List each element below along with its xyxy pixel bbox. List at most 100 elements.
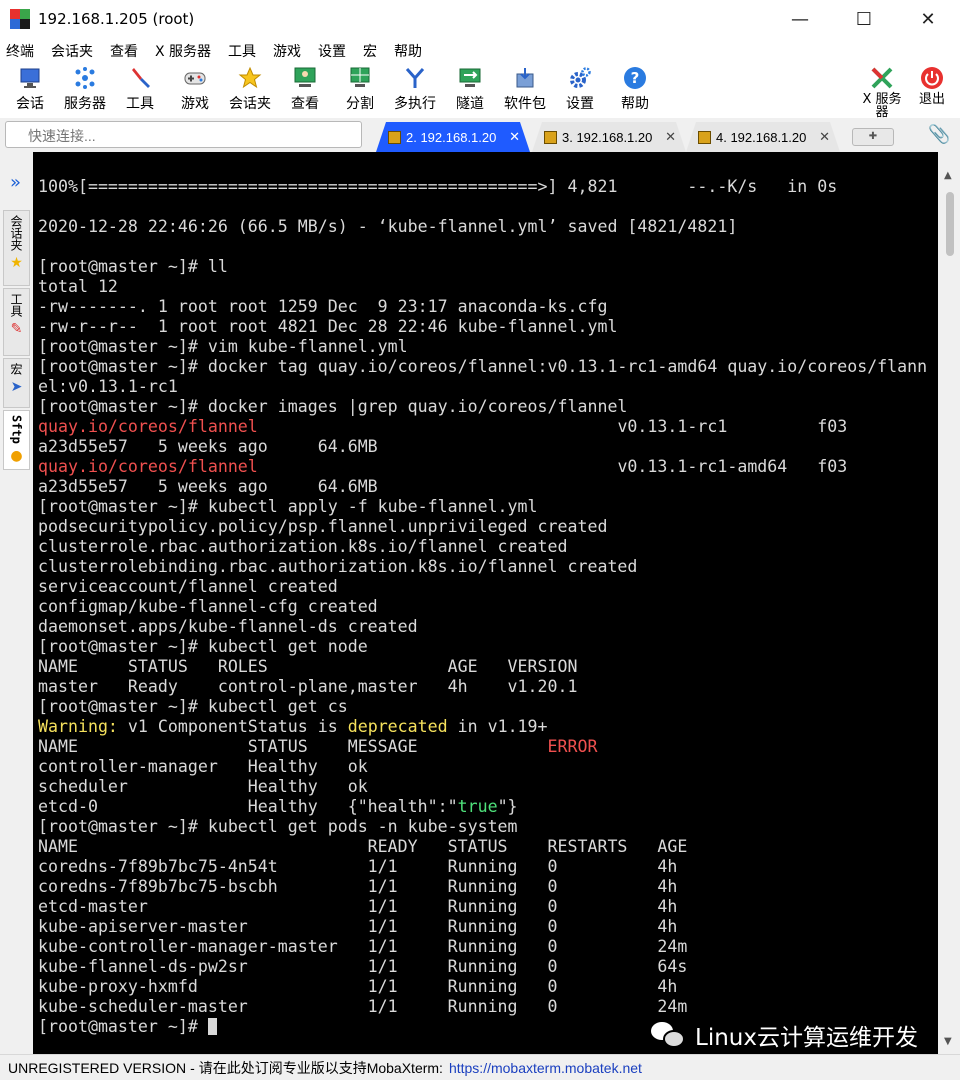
sidebar-tab-sftp[interactable]: Sftp ●	[3, 410, 30, 470]
terminal-text: v1 ComponentStatus is	[117, 717, 348, 736]
terminal-line: [root@master ~]# docker images |grep qua…	[38, 397, 927, 417]
exit-button[interactable]: 退出	[902, 66, 960, 106]
menu-games[interactable]: 游戏	[273, 41, 301, 61]
multiexec-button[interactable]: 多执行	[385, 66, 445, 113]
terminal-text: master Ready control-plane,master 4h v1.…	[38, 677, 578, 696]
terminal-line: 100%[===================================…	[38, 177, 927, 197]
games-icon	[183, 66, 207, 90]
terminal-text: podsecuritypolicy.policy/psp.flannel.unp…	[38, 517, 608, 536]
menu-terminal[interactable]: 终端	[6, 41, 34, 61]
terminal-line: total 12	[38, 277, 927, 297]
terminal-text: kube-scheduler-master 1/1 Running 0 24m	[38, 997, 688, 1016]
menu-view[interactable]: 查看	[110, 41, 138, 61]
terminal-text: kube-flannel-ds-pw2sr 1/1 Running 0 64s	[38, 957, 688, 976]
view-icon	[293, 66, 317, 90]
close-icon[interactable]: ✕	[509, 129, 520, 145]
double-chevron-right-icon[interactable]: »	[10, 172, 21, 193]
menu-settings[interactable]: 设置	[318, 41, 346, 61]
tab-session-3[interactable]: 3. 192.168.1.20 ✕	[532, 122, 686, 152]
menu-tools[interactable]: 工具	[228, 41, 256, 61]
terminal-line: kube-controller-manager-master 1/1 Runni…	[38, 937, 927, 957]
terminal-scrollbar[interactable]: ▲ ▼	[938, 152, 960, 1054]
session-button[interactable]: 会话	[0, 66, 60, 113]
terminal-line: NAME STATUS ROLES AGE VERSION	[38, 657, 927, 677]
terminal-line: NAME READY STATUS RESTARTS AGE	[38, 837, 927, 857]
mobaxterm-link[interactable]: https://mobaxterm.mobatek.net	[449, 1060, 642, 1076]
help-button[interactable]: ? 帮助	[605, 66, 665, 113]
terminal-text: el:v0.13.1-rc1	[38, 377, 178, 396]
quick-connect-input[interactable]	[5, 121, 362, 148]
power-icon	[920, 66, 944, 90]
split-button[interactable]: 分割	[330, 66, 390, 113]
terminal-text: total 12	[38, 277, 118, 296]
menu-help[interactable]: 帮助	[394, 41, 422, 61]
terminal-text: kube-proxy-hxmfd 1/1 Running 0 4h	[38, 977, 678, 996]
gear-icon	[568, 66, 592, 90]
menu-sessions[interactable]: 会话夹	[51, 41, 93, 61]
settings-button[interactable]: 设置	[550, 66, 610, 113]
packages-button[interactable]: 软件包	[495, 66, 555, 113]
tunnel-button[interactable]: 隧道	[440, 66, 500, 113]
sidebar-tab-sessions[interactable]: 会话夹 ★	[3, 210, 30, 286]
new-tab-button[interactable]: ✚	[852, 128, 894, 146]
tab-session-2[interactable]: 2. 192.168.1.20 ✕	[376, 122, 530, 152]
star-icon	[238, 66, 262, 90]
scroll-thumb[interactable]	[946, 192, 954, 256]
ssh-tab-icon	[698, 130, 711, 144]
maximize-button[interactable]: ☐	[832, 0, 896, 38]
terminal-line: serviceaccount/flannel created	[38, 577, 927, 597]
terminal-line: a23d55e57 5 weeks ago 64.6MB	[38, 477, 927, 497]
terminal-line: etcd-0 Healthy {"health":"true"}	[38, 797, 927, 817]
terminal-text: etcd-0 Healthy {"health":"	[38, 797, 458, 816]
wechat-icon	[651, 1020, 687, 1050]
terminal-line: [root@master ~]# kubectl get pods -n kub…	[38, 817, 927, 837]
terminal-text: configmap/kube-flannel-cfg created	[38, 597, 378, 616]
watermark-text: Linux云计算运维开发	[695, 1025, 918, 1051]
terminal-line: coredns-7f89b7bc75-bscbh 1/1 Running 0 4…	[38, 877, 927, 897]
terminal-text: a23d55e57 5 weeks ago 64.6MB	[38, 477, 378, 496]
subscribe-message: - 请在此处订阅专业版以支持MobaXterm:	[190, 1059, 443, 1076]
window-title: 192.168.1.205 (root)	[38, 10, 195, 28]
servers-button[interactable]: 服务器	[55, 66, 115, 113]
title-bar: 192.168.1.205 (root) — ☐ ✕	[0, 0, 960, 38]
sidebar-tab-macros[interactable]: 宏 ➤	[3, 358, 30, 408]
terminal-text: true	[457, 797, 498, 816]
close-icon[interactable]: ✕	[665, 129, 676, 145]
tab-session-4[interactable]: 4. 192.168.1.20 ✕	[686, 122, 840, 152]
terminal-text: [root@master ~]# docker images |grep qua…	[38, 397, 628, 416]
view-button[interactable]: 查看	[275, 66, 335, 113]
scroll-up-icon[interactable]: ▲	[944, 170, 952, 181]
terminal-line: 2020-12-28 22:46:26 (66.5 MB/s) - ‘kube-…	[38, 217, 927, 237]
menu-bar: 终端 会话夹 查看 X 服务器 工具 游戏 设置 宏 帮助	[0, 38, 960, 64]
terminal-line: kube-proxy-hxmfd 1/1 Running 0 4h	[38, 977, 927, 997]
menu-macros[interactable]: 宏	[363, 41, 377, 61]
sidebar-tab-tools[interactable]: 工具 ✎	[3, 288, 30, 356]
terminal-line: clusterrole.rbac.authorization.k8s.io/fl…	[38, 537, 927, 557]
terminal-text: scheduler Healthy ok	[38, 777, 368, 796]
ssh-tab-icon	[388, 130, 401, 144]
sessions-star-button[interactable]: 会话夹	[220, 66, 280, 113]
close-icon[interactable]: ✕	[819, 129, 830, 145]
close-button[interactable]: ✕	[896, 0, 960, 38]
terminal-line: a23d55e57 5 weeks ago 64.6MB	[38, 437, 927, 457]
star-icon: ★	[10, 255, 23, 271]
terminal-text: clusterrole.rbac.authorization.k8s.io/fl…	[38, 537, 568, 556]
menu-xserver[interactable]: X 服务器	[155, 41, 211, 61]
minimize-button[interactable]: —	[768, 0, 832, 38]
terminal-line: kube-flannel-ds-pw2sr 1/1 Running 0 64s	[38, 957, 927, 977]
terminal-text: [root@master ~]# ll	[38, 257, 228, 276]
terminal-text: NAME STATUS MESSAGE	[38, 737, 548, 756]
paperclip-icon[interactable]: 📎	[928, 124, 950, 145]
tools-icon: ✎	[10, 321, 23, 337]
terminal-text: v0.13.1-rc1 f03	[257, 417, 848, 436]
scroll-down-icon[interactable]: ▼	[944, 1036, 952, 1047]
terminal[interactable]: 100%[===================================…	[33, 152, 938, 1054]
terminal-line: [root@master ~]# docker tag quay.io/core…	[38, 357, 927, 377]
toolbar: 会话 服务器 工具 游戏 会话夹 查看 分割 多执行 隧道 软件包 设置 ? 帮…	[0, 64, 960, 119]
tools-button[interactable]: 工具	[110, 66, 170, 113]
terminal-line: clusterrolebinding.rbac.authorization.k8…	[38, 557, 927, 577]
games-button[interactable]: 游戏	[165, 66, 225, 113]
terminal-line: quay.io/coreos/flannel v0.13.1-rc1-amd64…	[38, 457, 927, 477]
